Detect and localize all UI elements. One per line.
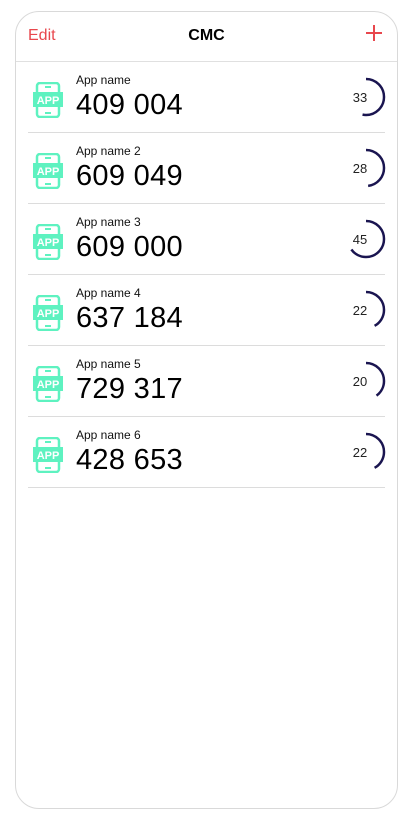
list-item[interactable]: APP App name 409 004 33 — [28, 62, 386, 133]
list-item[interactable]: APP App name 3 609 000 45 — [28, 204, 386, 275]
app-name-label: App name 4 — [76, 286, 141, 300]
app-value: 609 000 — [76, 231, 183, 263]
progress-value: 28 — [352, 161, 368, 176]
list-item[interactable]: APP App name 4 637 184 22 — [28, 275, 386, 346]
list-item[interactable]: APP App name 2 609 049 28 — [28, 133, 386, 204]
app-list: APP App name 409 004 33 APP App name 2 6… — [28, 62, 386, 488]
progress-value: 20 — [352, 374, 368, 389]
app-icon: APP — [33, 437, 63, 473]
app-value: 637 184 — [76, 302, 183, 334]
svg-text:APP: APP — [37, 379, 60, 391]
app-name-label: App name 2 — [76, 144, 141, 158]
app-icon: APP — [33, 82, 63, 118]
app-name-label: App name — [76, 73, 131, 87]
svg-text:APP: APP — [37, 308, 60, 320]
phone-frame: Edit CMC APP App name 409 004 33 APP App — [15, 11, 398, 809]
progress-value: 22 — [352, 303, 368, 318]
app-value: 428 653 — [76, 444, 183, 476]
app-icon: APP — [33, 295, 63, 331]
app-value: 729 317 — [76, 373, 183, 405]
app-name-label: App name 5 — [76, 357, 141, 371]
app-value: 409 004 — [76, 89, 183, 121]
svg-text:APP: APP — [37, 95, 60, 107]
navbar: Edit CMC — [16, 12, 397, 62]
progress-value: 33 — [352, 90, 368, 105]
plus-icon[interactable] — [365, 24, 383, 42]
svg-text:APP: APP — [37, 237, 60, 249]
app-icon: APP — [33, 224, 63, 260]
svg-text:APP: APP — [37, 450, 60, 462]
app-icon: APP — [33, 366, 63, 402]
list-item[interactable]: APP App name 5 729 317 20 — [28, 346, 386, 417]
list-item[interactable]: APP App name 6 428 653 22 — [28, 417, 386, 488]
app-icon: APP — [33, 153, 63, 189]
svg-text:APP: APP — [37, 166, 60, 178]
progress-value: 22 — [352, 445, 368, 460]
app-value: 609 049 — [76, 160, 183, 192]
page-title: CMC — [188, 27, 225, 44]
app-name-label: App name 6 — [76, 428, 141, 442]
app-name-label: App name 3 — [76, 215, 141, 229]
progress-value: 45 — [352, 232, 368, 247]
